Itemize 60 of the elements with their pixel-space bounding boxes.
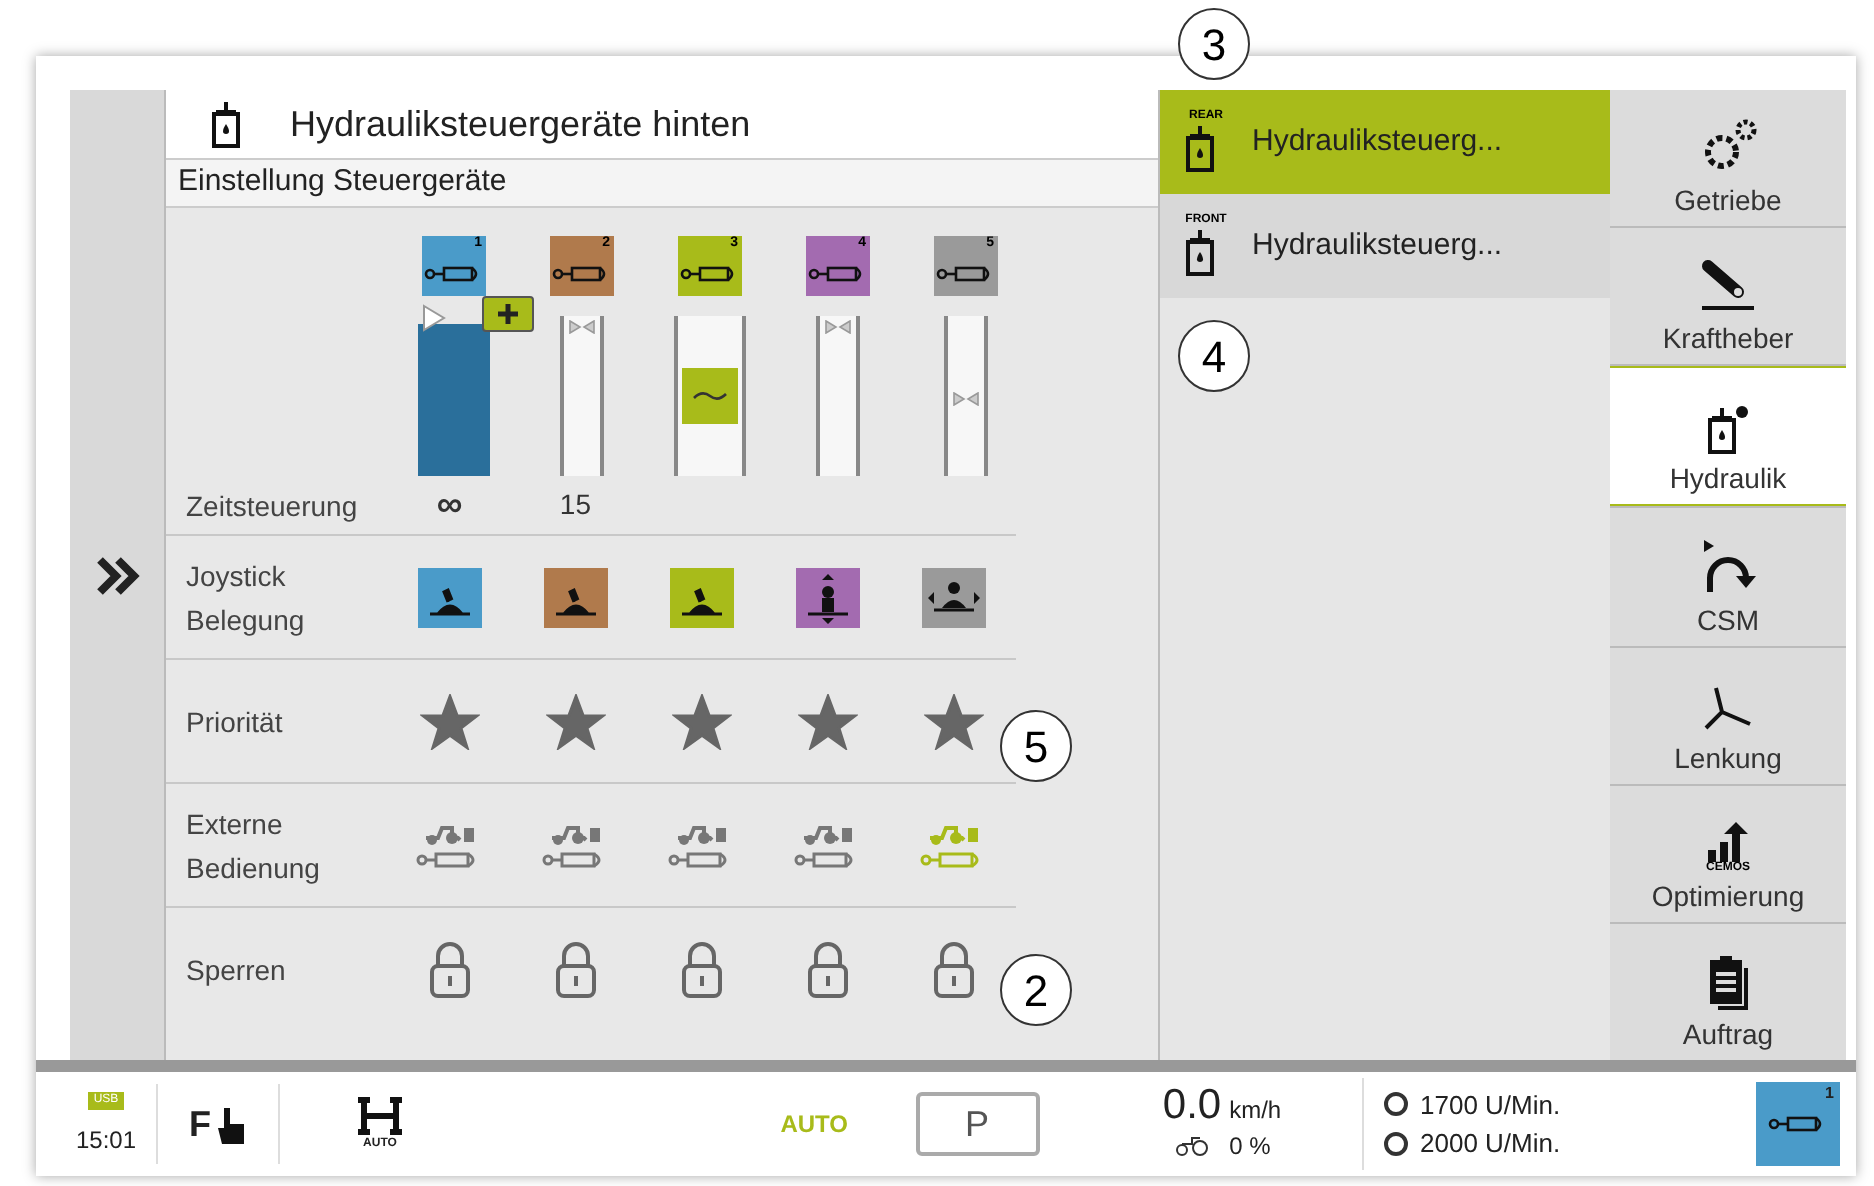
clock-time: 15:01 [75,1123,137,1157]
row-label: Joystick Belegung [184,557,307,640]
joystick-icon[interactable] [543,567,608,627]
panel-title: Hydrauliksteuergeräte hinten [290,101,751,148]
row-label: Sperren [184,952,288,990]
rpm-value: 2000 U/Min. [1420,1126,1561,1162]
auto-mode: AUTO [780,1108,848,1142]
marker-icon [422,304,446,332]
joystick-icon[interactable] [417,567,482,627]
float-icon [682,368,738,424]
plus-icon [498,304,518,324]
drive-mode-label: F [189,1101,211,1147]
end-markers-icon [952,391,980,405]
joystick-icon[interactable] [669,567,734,627]
end-markers-icon [824,320,852,334]
row-label: Externe Bedienung [184,805,322,888]
joystick-icon[interactable] [921,567,986,627]
priority-star-toggle[interactable] [545,693,606,749]
lock-icon[interactable] [425,940,474,1000]
speed-value: 0.0 [1162,1084,1222,1126]
priority-star-toggle[interactable] [671,693,732,749]
valve-bar[interactable] [674,316,746,476]
valve-bar[interactable] [816,316,860,476]
hydraulic-tank-icon [1706,404,1750,457]
priority-star-toggle[interactable] [419,693,480,749]
nav-tab[interactable]: Hydraulik [1610,366,1846,507]
lock-icon[interactable] [677,940,726,1000]
callout-number: 3 [1178,8,1250,80]
nav-tab[interactable]: Kraftheber [1610,228,1846,365]
parking-indicator: P [915,1092,1039,1156]
end-markers-icon [568,320,596,334]
nav-tab[interactable]: Lenkung [1610,647,1846,784]
joystick-icon[interactable] [795,567,860,627]
valve-number: 1 [1825,1082,1834,1106]
pto-icon [1384,1131,1408,1156]
lock-icon[interactable] [551,940,600,1000]
time-value: ∞ [436,482,463,528]
plus-tag[interactable] [482,296,534,332]
axle-icon [352,1095,408,1135]
panel-subtitle: Einstellung Steuergeräte [178,162,507,203]
valve-bar[interactable] [944,316,988,476]
row-label: Zeitsteuerung [184,487,360,526]
nav-tab[interactable]: Getriebe [1610,90,1846,227]
speed-unit: km/h [1229,1094,1282,1128]
nav-tab[interactable]: Auftrag [1610,923,1846,1060]
pto-icon [1384,1092,1408,1117]
turn-arrow-icon [1698,537,1758,598]
valve-bar[interactable] [560,316,604,476]
valve-shortcut[interactable]: 1 [1756,1082,1840,1166]
rpm-value: 1700 U/Min. [1420,1087,1561,1123]
row-label: Priorität [184,703,285,741]
lock-icon[interactable] [929,940,978,1000]
nav-tab[interactable]: CSM [1610,508,1846,646]
hand-icon [215,1104,247,1144]
double-chevron-icon [95,555,139,595]
lock-icon[interactable] [803,940,852,1000]
priority-star-toggle[interactable] [923,693,984,749]
slip-value: 0 % [1229,1130,1271,1164]
priority-star-toggle[interactable] [797,693,858,749]
time-value: 15 [559,486,591,524]
